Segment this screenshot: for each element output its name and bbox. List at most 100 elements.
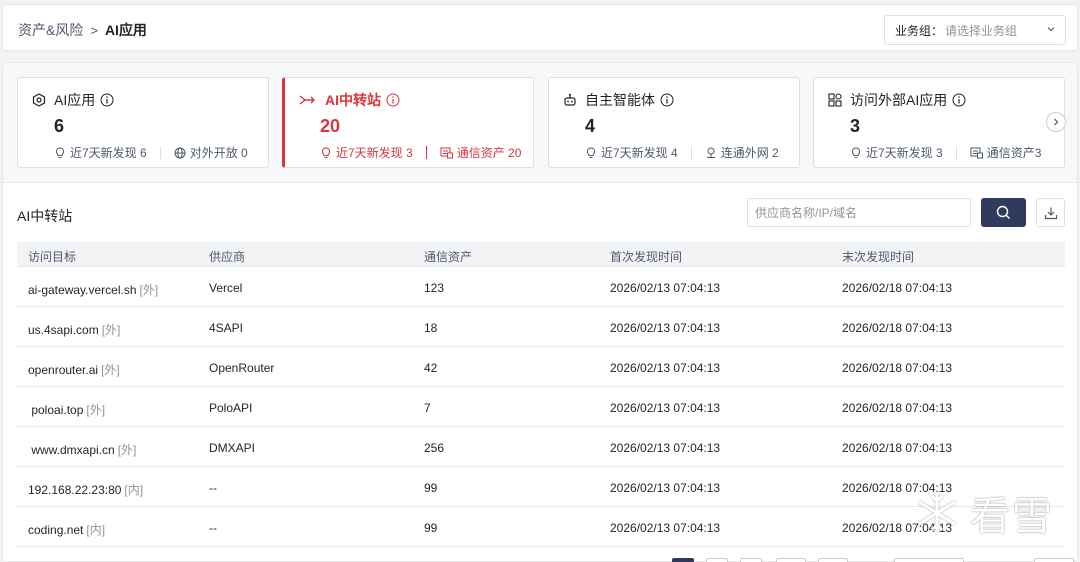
bulb-icon — [55, 146, 65, 158]
card-title: AI中转站 — [325, 92, 381, 108]
table-row[interactable]: openrouter.ai [外] OpenRouter 42 2026/02/1… — [17, 347, 1065, 387]
pagination-page[interactable] — [706, 558, 728, 562]
relay-icon — [299, 95, 315, 105]
apps-grid-icon — [828, 93, 842, 107]
first-seen-cell: 2026/02/13 07:04:13 — [610, 321, 721, 335]
target-cell[interactable]: ai-gateway.vercel.sh — [28, 283, 137, 297]
pagination-page[interactable] — [740, 558, 762, 562]
card-title: 自主智能体 — [585, 92, 655, 108]
breadcrumb-parent[interactable]: 资产&风险 — [18, 20, 83, 40]
assets-cell[interactable]: 18 — [424, 321, 437, 335]
vendor-cell: PoloAPI — [209, 401, 253, 415]
breadcrumb: 资产&风险 > AI应用 — [18, 20, 147, 40]
card-ai-apps[interactable]: AI应用 6 近7天新发现 6 对外开放 0 — [17, 77, 269, 168]
table-row[interactable]: poloai.top [外] PoloAPI 7 2026/02/13 07:04… — [17, 387, 1065, 427]
assets-cell[interactable]: 99 — [424, 521, 437, 535]
vendor-cell: -- — [209, 481, 217, 495]
target-cell[interactable]: poloai.top — [28, 403, 83, 417]
search-input[interactable]: 供应商名称/IP/域名 — [747, 198, 971, 227]
assets-cell[interactable]: 99 — [424, 481, 437, 495]
table-row[interactable]: ai-gateway.vercel.sh [外] Vercel 123 2026/… — [17, 267, 1065, 307]
table-row[interactable]: 192.168.22.23:80 [内] -- 99 2026/02/13 07:… — [17, 467, 1065, 507]
card-stat-assets[interactable]: 通信资产3 — [987, 144, 1042, 161]
first-seen-cell: 2026/02/13 07:04:13 — [610, 361, 721, 375]
table-header: 访问目标 供应商 通信资产 首次发现时间 末次发现时间 — [17, 242, 1065, 267]
table-row[interactable]: coding.net [内] -- 99 2026/02/13 07:04:13 … — [17, 507, 1065, 547]
column-header[interactable]: 供应商 — [209, 248, 245, 265]
first-seen-cell: 2026/02/13 07:04:13 — [610, 481, 721, 495]
scope-tag: [外] — [117, 443, 137, 457]
info-icon[interactable] — [660, 93, 674, 107]
pagination-page[interactable] — [818, 558, 848, 562]
card-title: AI应用 — [54, 92, 96, 108]
column-header[interactable]: 通信资产 — [424, 248, 472, 265]
assets-cell[interactable]: 7 — [424, 401, 431, 415]
business-group-placeholder: 请选择业务组 — [945, 23, 1018, 38]
card-count: 4 — [585, 116, 596, 136]
card-stat-new[interactable]: 近7天新发现 3 — [336, 144, 413, 161]
search-icon — [996, 205, 1010, 219]
table-row[interactable]: www.dmxapi.cn [外] DMXAPI 256 2026/02/13 0… — [17, 427, 1065, 467]
info-icon[interactable] — [386, 93, 400, 107]
target-cell[interactable]: us.4sapi.com — [28, 323, 99, 337]
pagination-page[interactable] — [672, 558, 694, 562]
last-seen-cell: 2026/02/18 07:04:13 — [842, 441, 953, 455]
card-ai-relay[interactable]: AI中转站 20 近7天新发现 3 通信资产 20 — [282, 77, 534, 168]
table-row[interactable]: us.4sapi.com [外] 4SAPI 18 2026/02/13 07:0… — [17, 307, 1065, 347]
network-icon — [706, 147, 715, 158]
globe-icon — [174, 147, 186, 158]
column-header[interactable]: 访问目标 — [28, 248, 76, 265]
vendor-cell: 4SAPI — [209, 321, 244, 335]
business-group-select[interactable]: 业务组： 请选择业务组 — [884, 15, 1066, 45]
card-stat-open[interactable]: 对外开放 0 — [190, 144, 248, 161]
info-icon[interactable] — [952, 93, 966, 107]
ai-app-icon — [32, 93, 46, 107]
watermark-text: 看雪 — [970, 495, 1054, 539]
card-external-ai[interactable]: 访问外部AI应用 3 近7天新发现 3 通信资产3 — [813, 77, 1065, 168]
vendor-cell: Vercel — [209, 281, 243, 295]
divider — [690, 146, 692, 159]
scope-tag: [内] — [86, 523, 106, 537]
target-cell[interactable]: www.dmxapi.cn — [28, 443, 114, 457]
target-cell[interactable]: openrouter.ai — [28, 363, 98, 377]
vendor-cell: -- — [209, 521, 217, 535]
pagination-jump[interactable] — [1034, 558, 1074, 562]
card-agents[interactable]: 自主智能体 4 近7天新发现 4 连通外网 2 — [548, 77, 800, 168]
cards-next-button[interactable] — [1046, 112, 1066, 132]
snowflake-icon — [918, 492, 956, 534]
pagination-size-select[interactable] — [894, 558, 964, 562]
vendor-cell: OpenRouter — [209, 361, 275, 375]
vendor-cell: DMXAPI — [209, 441, 256, 455]
divider — [955, 146, 957, 159]
card-stat-assets[interactable]: 通信资产 20 — [457, 144, 522, 161]
divider — [425, 146, 427, 159]
card-stat-new[interactable]: 近7天新发现 6 — [70, 144, 147, 161]
search-button[interactable] — [981, 198, 1026, 227]
target-cell[interactable]: coding.net — [28, 523, 83, 537]
card-stat-new[interactable]: 近7天新发现 3 — [866, 144, 943, 161]
target-cell[interactable]: 192.168.22.23:80 — [28, 483, 121, 497]
business-group-label: 业务组： — [895, 23, 944, 38]
download-button[interactable] — [1036, 198, 1065, 227]
column-header[interactable]: 首次发现时间 — [610, 248, 682, 265]
chevron-right-icon — [1054, 118, 1059, 126]
column-header[interactable]: 末次发现时间 — [842, 248, 914, 265]
scope-tag: [外] — [139, 283, 159, 297]
pagination-page[interactable] — [776, 558, 806, 562]
section-title: AI中转站 — [17, 208, 73, 224]
download-icon — [1044, 207, 1057, 219]
assets-cell[interactable]: 123 — [424, 281, 444, 295]
summary-cards: AI应用 6 近7天新发现 6 对外开放 0 AI中转站 20 近7天新发现 3 — [3, 63, 1077, 183]
card-stat-new[interactable]: 近7天新发现 4 — [601, 144, 678, 161]
card-stat-external[interactable]: 连通外网 2 — [721, 144, 779, 161]
chevron-down-icon — [1047, 27, 1055, 32]
watermark: 看雪 — [912, 484, 1054, 542]
assets-cell[interactable]: 42 — [424, 361, 437, 375]
info-icon[interactable] — [100, 93, 114, 107]
asset-icon — [440, 147, 453, 158]
relay-table: 访问目标 供应商 通信资产 首次发现时间 末次发现时间 ai-gateway.v… — [17, 242, 1065, 547]
assets-cell[interactable]: 256 — [424, 441, 444, 455]
breadcrumb-separator: > — [90, 22, 98, 38]
first-seen-cell: 2026/02/13 07:04:13 — [610, 521, 721, 535]
first-seen-cell: 2026/02/13 07:04:13 — [610, 441, 721, 455]
